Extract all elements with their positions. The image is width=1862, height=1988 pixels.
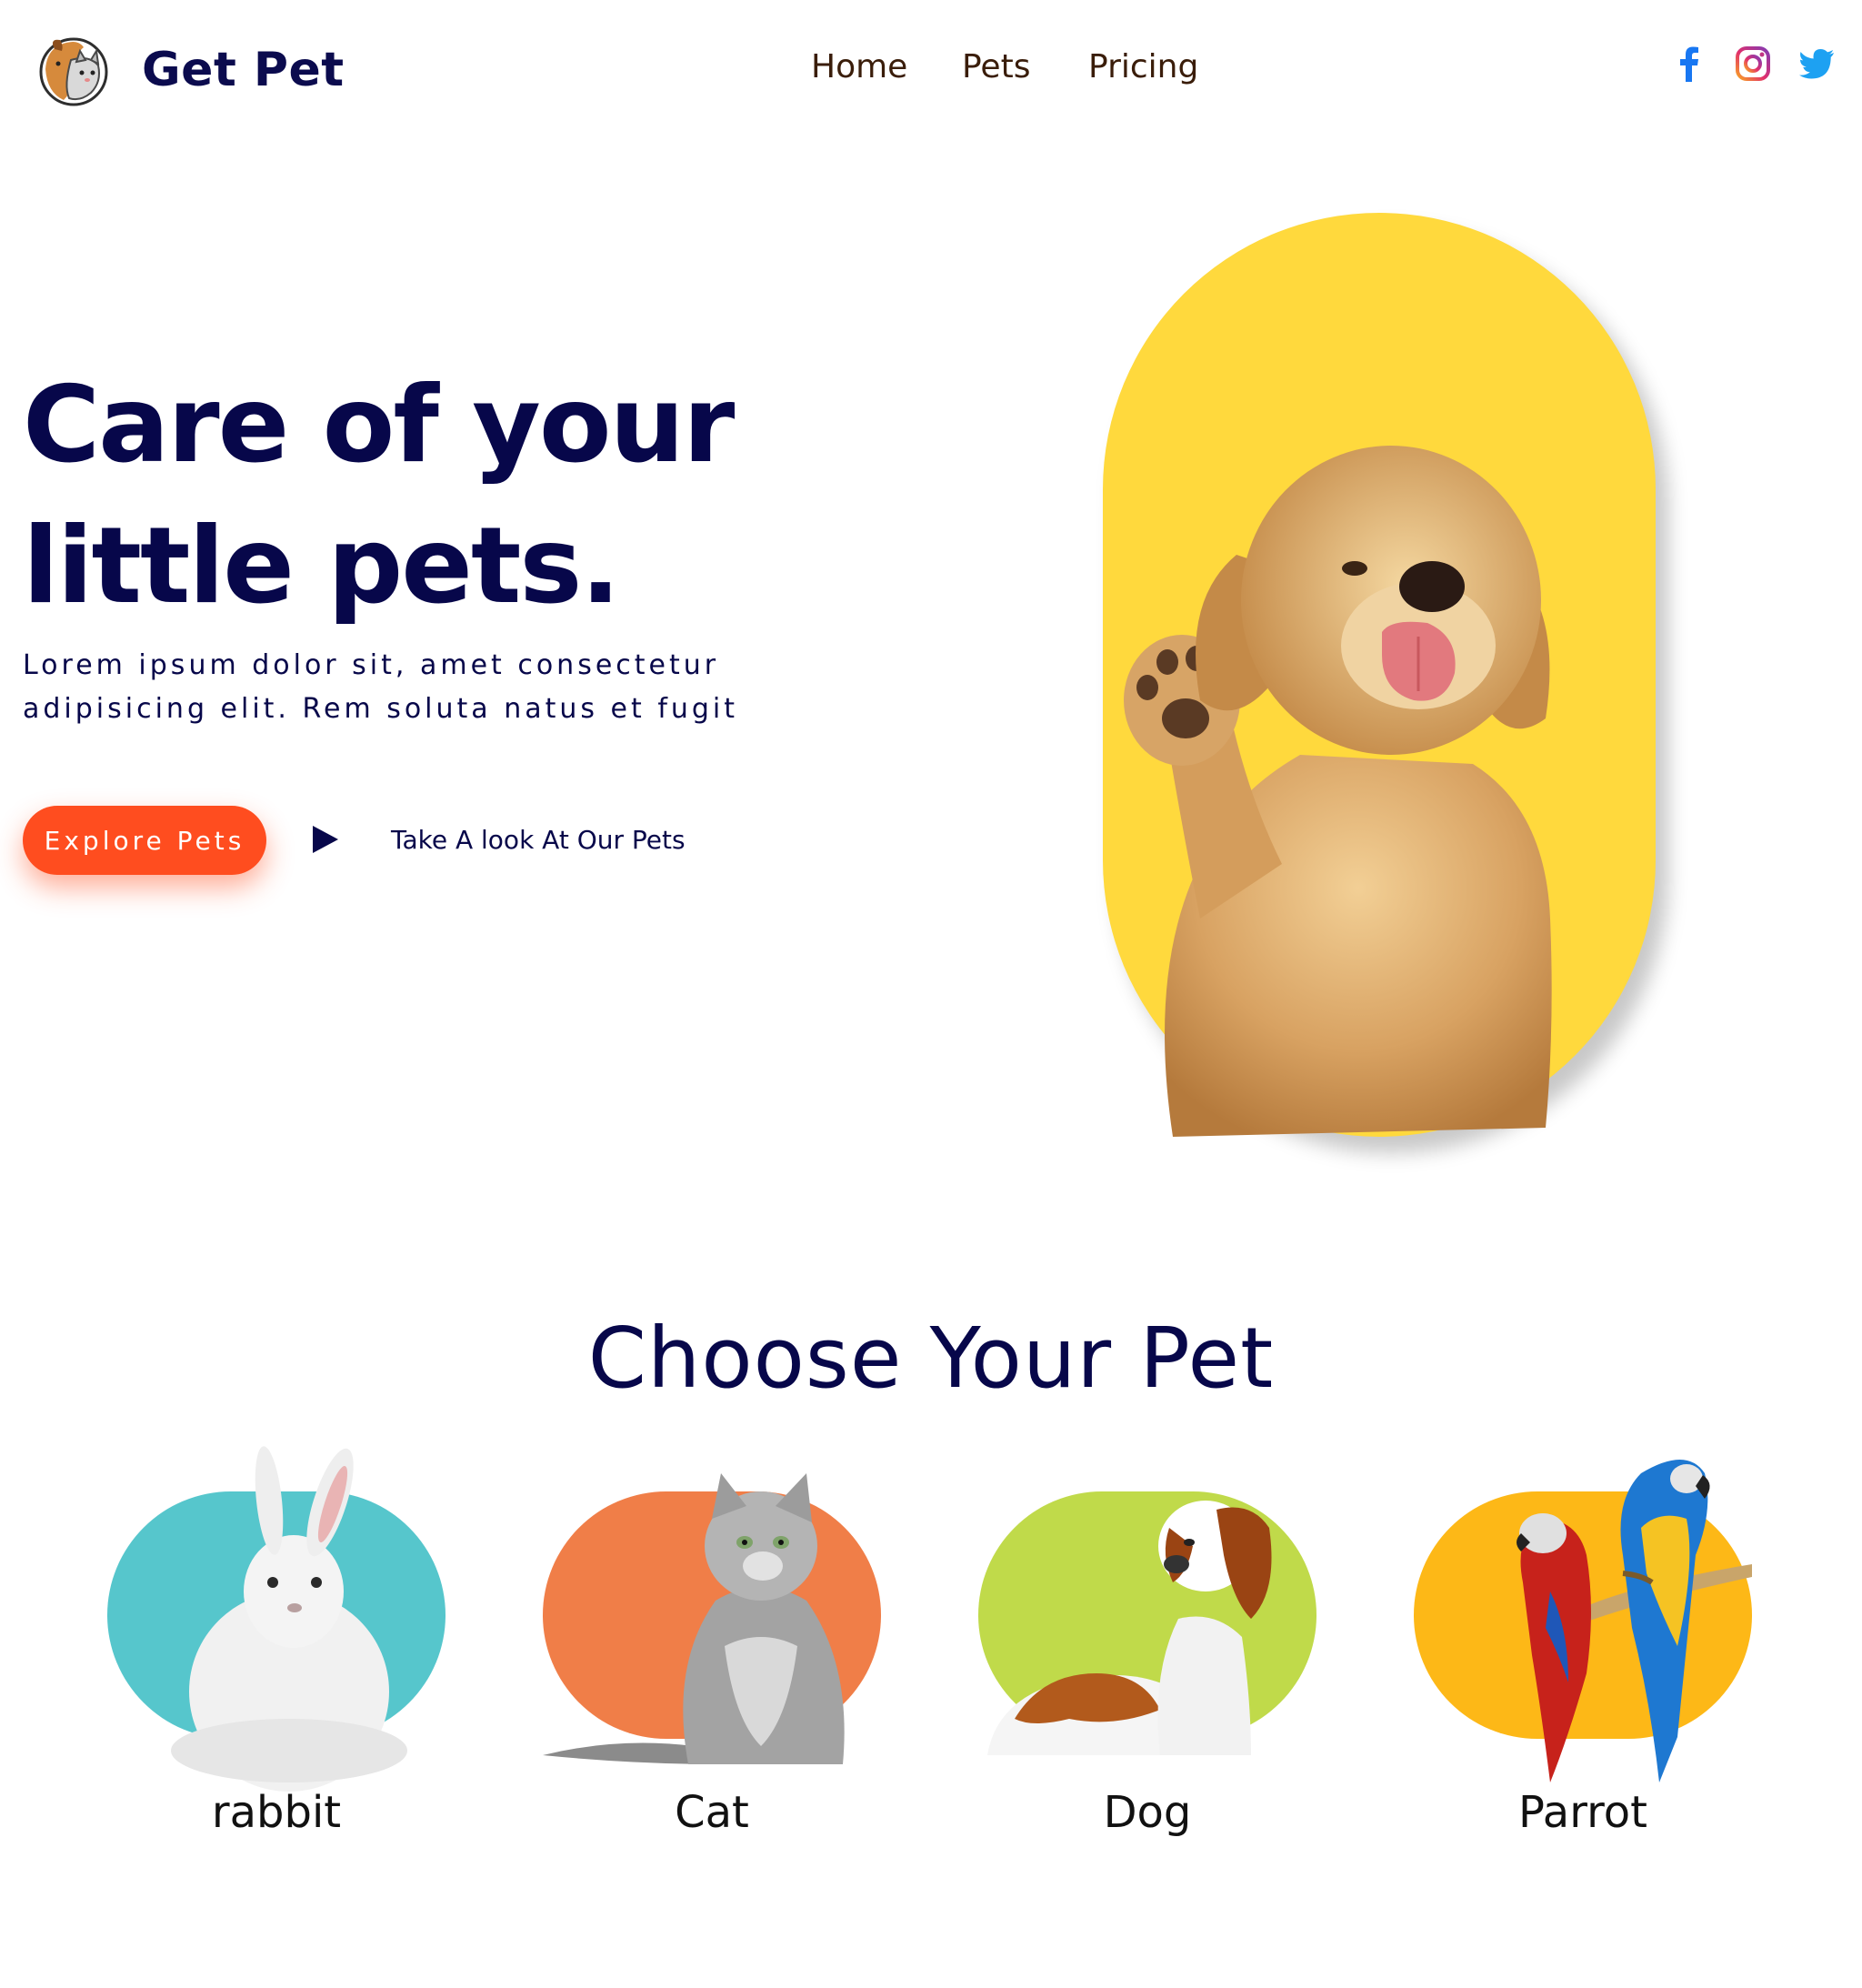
hero-title: Care of your little pets. xyxy=(23,355,841,637)
pet-label-parrot: Parrot xyxy=(1518,1787,1647,1838)
pet-card-rabbit[interactable]: rabbit xyxy=(107,1446,453,1855)
nav-link-home[interactable]: Home xyxy=(811,40,907,95)
nav-link-pets[interactable]: Pets xyxy=(962,40,1030,95)
parrot-image xyxy=(1517,1460,1752,1782)
pet-label-dog: Dog xyxy=(1103,1787,1192,1838)
instagram-icon[interactable] xyxy=(1735,45,1771,82)
pet-card-parrot[interactable]: Parrot xyxy=(1414,1446,1759,1855)
rabbit-image xyxy=(171,1446,407,1792)
explore-pets-button[interactable]: Explore Pets xyxy=(23,806,266,875)
navbar: Get Pet Home Pets Pricing xyxy=(0,0,1862,132)
pet-card-dog[interactable]: Dog xyxy=(978,1446,1324,1855)
cat-image xyxy=(543,1473,845,1764)
hero-image-frame xyxy=(1091,209,1673,1155)
hero-title-line-2: little pets. xyxy=(23,505,621,628)
main-nav: Home Pets Pricing xyxy=(0,40,1862,95)
hero-title-line-1: Care of your xyxy=(23,364,735,487)
hero-description: Lorem ipsum dolor sit, amet consectetur … xyxy=(23,649,739,725)
pet-card-cat[interactable]: Cat xyxy=(543,1446,888,1855)
choose-pet-title: Choose Your Pet xyxy=(587,1310,1275,1407)
play-icon xyxy=(313,826,338,853)
take-a-look-label: Take A look At Our Pets xyxy=(391,824,686,855)
take-a-look-link[interactable]: Take A look At Our Pets xyxy=(309,817,686,862)
dog-image xyxy=(987,1501,1272,1755)
pet-label-rabbit: rabbit xyxy=(211,1787,342,1838)
twitter-icon[interactable] xyxy=(1798,45,1835,82)
social-links xyxy=(1671,45,1835,82)
puppy-waving-image xyxy=(1124,446,1552,1137)
pet-label-cat: Cat xyxy=(675,1787,749,1838)
facebook-icon[interactable] xyxy=(1671,45,1707,82)
nav-link-pricing[interactable]: Pricing xyxy=(1088,40,1198,95)
